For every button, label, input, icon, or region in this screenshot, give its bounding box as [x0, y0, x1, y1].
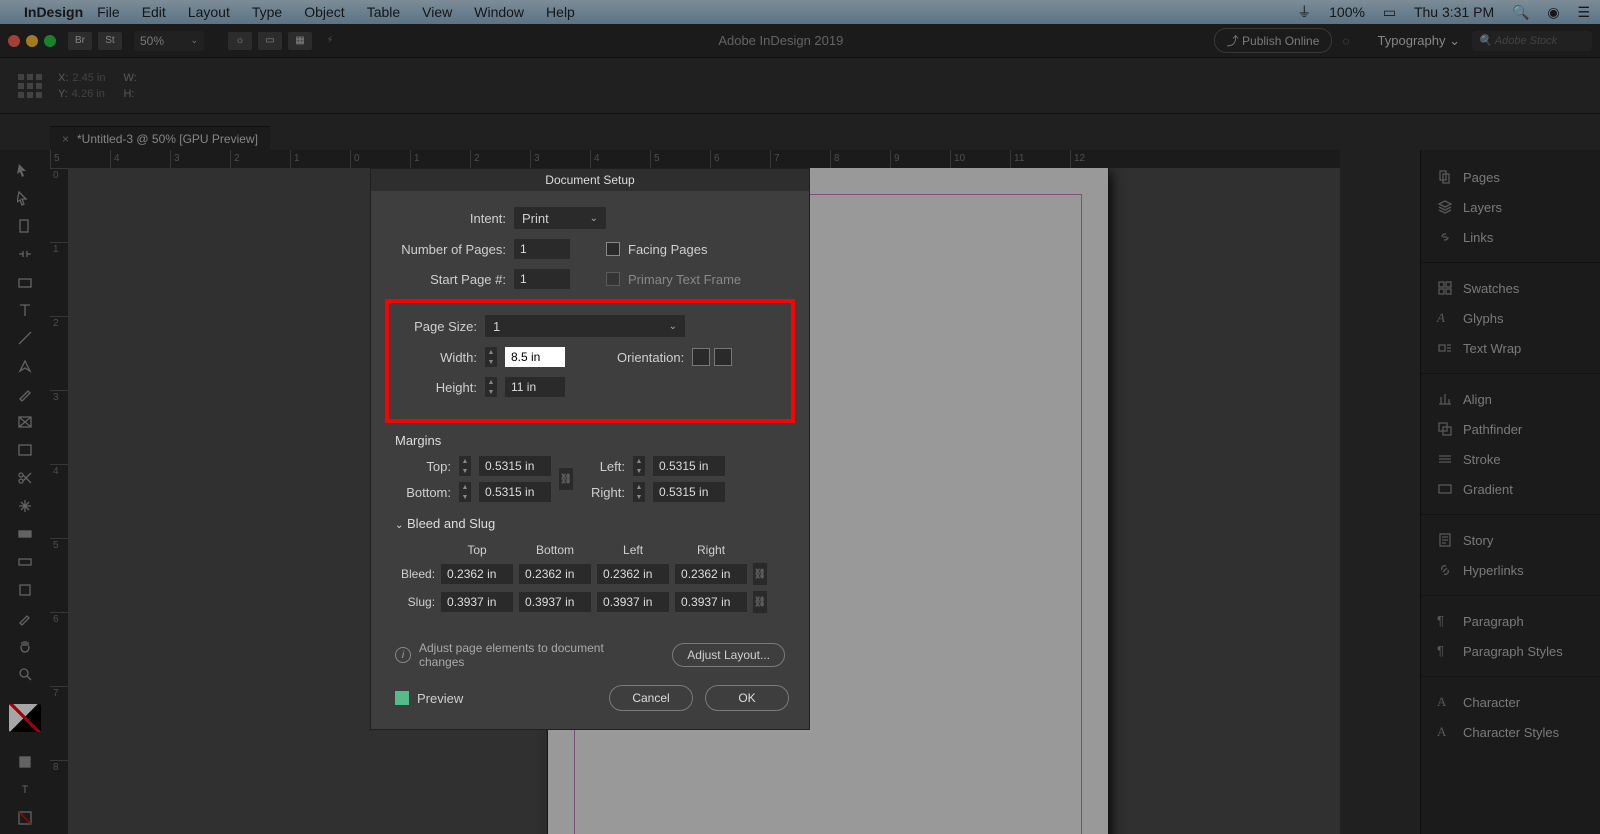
bleed-top[interactable]: [441, 564, 513, 584]
width-label: Width:: [405, 350, 477, 365]
margin-link-icon[interactable]: ⛓: [559, 468, 573, 490]
height-stepper[interactable]: ▲▼: [485, 377, 497, 397]
margin-top-label: Top:: [395, 459, 451, 474]
margin-bottom-stepper[interactable]: ▲▼: [459, 482, 471, 502]
pagesize-dropdown[interactable]: 1⌄: [485, 315, 685, 337]
bleed-right[interactable]: [675, 564, 747, 584]
slug-left[interactable]: [597, 592, 669, 612]
facing-pages-label: Facing Pages: [628, 242, 708, 257]
margin-top-stepper[interactable]: ▲▼: [459, 456, 471, 476]
height-input[interactable]: [505, 377, 565, 397]
orientation-label: Orientation:: [617, 350, 684, 365]
bleed-left[interactable]: [597, 564, 669, 584]
bleed-col-right: Right: [675, 543, 747, 557]
bleed-row-label: Bleed:: [401, 563, 435, 585]
margins-heading: Margins: [395, 433, 785, 448]
adjust-info-text: Adjust page elements to document changes: [419, 641, 619, 669]
orientation-landscape[interactable]: [714, 348, 732, 366]
margin-right-stepper[interactable]: ▲▼: [633, 482, 645, 502]
width-stepper[interactable]: ▲▼: [485, 347, 497, 367]
margin-bottom-input[interactable]: [479, 482, 551, 502]
bleed-link-icon[interactable]: ⛓: [753, 563, 767, 585]
info-icon: i: [395, 647, 411, 663]
bleed-col-left: Left: [597, 543, 669, 557]
height-label: Height:: [405, 380, 477, 395]
slug-top[interactable]: [441, 592, 513, 612]
startpage-input[interactable]: [514, 269, 570, 289]
facing-pages-checkbox[interactable]: [606, 242, 620, 256]
preview-label: Preview: [417, 691, 463, 706]
slug-link-icon[interactable]: ⛓: [753, 591, 767, 613]
margin-top-input[interactable]: [479, 456, 551, 476]
adjust-layout-button[interactable]: Adjust Layout...: [672, 643, 785, 667]
bleed-heading[interactable]: ⌄ Bleed and Slug: [395, 516, 785, 531]
dialog-title: Document Setup: [371, 169, 809, 191]
primary-frame-checkbox: [606, 272, 620, 286]
intent-label: Intent:: [391, 211, 506, 226]
pagesize-label: Page Size:: [405, 319, 477, 334]
slug-right[interactable]: [675, 592, 747, 612]
slug-row-label: Slug:: [401, 591, 435, 613]
bleed-col-top: Top: [441, 543, 513, 557]
document-setup-dialog: Document Setup Intent: Print⌄ Number of …: [370, 168, 810, 730]
intent-dropdown[interactable]: Print⌄: [514, 207, 606, 229]
margin-left-stepper[interactable]: ▲▼: [633, 456, 645, 476]
orientation-portrait[interactable]: [692, 348, 710, 366]
bleed-bottom[interactable]: [519, 564, 591, 584]
ok-button[interactable]: OK: [705, 685, 789, 711]
cancel-button[interactable]: Cancel: [609, 685, 693, 711]
startpage-label: Start Page #:: [391, 272, 506, 287]
numpages-label: Number of Pages:: [391, 242, 506, 257]
slug-bottom[interactable]: [519, 592, 591, 612]
bleed-col-bottom: Bottom: [519, 543, 591, 557]
primary-frame-label: Primary Text Frame: [628, 272, 741, 287]
width-input[interactable]: [505, 347, 565, 367]
margin-left-label: Left:: [581, 459, 625, 474]
margin-bottom-label: Bottom:: [395, 485, 451, 500]
numpages-input[interactable]: [514, 239, 570, 259]
margin-right-label: Right:: [581, 485, 625, 500]
margin-left-input[interactable]: [653, 456, 725, 476]
preview-checkbox[interactable]: [395, 691, 409, 705]
margin-right-input[interactable]: [653, 482, 725, 502]
page-size-section: Page Size: 1⌄ Width: ▲▼ Orientation: Hei…: [385, 299, 795, 423]
